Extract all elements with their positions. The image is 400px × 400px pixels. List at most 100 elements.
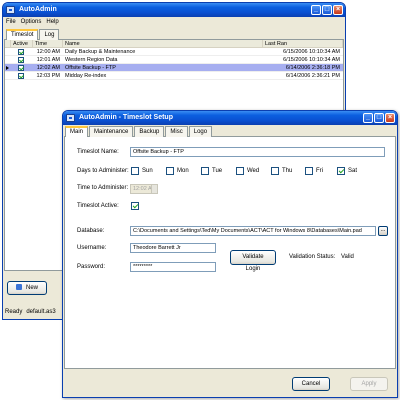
day-sat[interactable]: Sat bbox=[337, 167, 357, 175]
last-ran-cell: 6/15/2006 10:10:34 AM bbox=[283, 57, 340, 63]
day-wed-label: Wed bbox=[247, 168, 260, 174]
timeslot-active[interactable] bbox=[131, 202, 139, 210]
maximize-button[interactable]: □ bbox=[322, 5, 332, 15]
validation-status-value: Valid bbox=[341, 254, 354, 260]
password-label: Password: bbox=[77, 264, 106, 270]
main-window-title: AutoAdmin bbox=[19, 6, 57, 13]
day-sun-checkbox[interactable] bbox=[131, 167, 139, 175]
col-header-time[interactable]: Time bbox=[33, 40, 63, 47]
day-mon-label: Mon bbox=[177, 168, 189, 174]
active-cell bbox=[11, 48, 33, 55]
day-tue[interactable]: Tue bbox=[201, 167, 222, 175]
days-label: Days to Administer: bbox=[77, 168, 129, 174]
database-path-input[interactable]: C:\Documents and Settings\Ted\My Documen… bbox=[130, 226, 376, 236]
active-checkbox[interactable] bbox=[18, 64, 24, 71]
grid-header: Active Time Name Last Ran bbox=[5, 40, 343, 48]
col-header-name[interactable]: Name bbox=[63, 40, 263, 47]
day-tue-checkbox[interactable] bbox=[201, 167, 209, 175]
table-row[interactable]: 12:01 AM Western Region Data 6/15/2006 1… bbox=[5, 56, 343, 64]
validate-login-button[interactable]: Validate Login bbox=[230, 250, 276, 272]
active-cell bbox=[11, 56, 33, 63]
day-sat-label: Sat bbox=[348, 168, 358, 174]
time-spinner[interactable] bbox=[151, 185, 157, 193]
tab-maintenance[interactable]: Maintenance bbox=[89, 126, 134, 137]
day-mon-checkbox[interactable] bbox=[166, 167, 174, 175]
app-icon bbox=[66, 114, 75, 122]
menu-file[interactable]: File bbox=[6, 18, 16, 27]
day-fri[interactable]: Fri bbox=[305, 167, 323, 175]
day-fri-label: Fri bbox=[316, 168, 323, 174]
cancel-button-label: Cancel bbox=[301, 381, 321, 387]
table-row-selected[interactable]: 12:02 AM Offsite Backup - FTP 6/14/2006 … bbox=[5, 64, 343, 72]
tab-backup[interactable]: Backup bbox=[134, 126, 165, 137]
status-bar: Ready default.as3 bbox=[5, 309, 56, 315]
current-row-arrow-icon bbox=[6, 65, 9, 70]
time-label: Time to Administer: bbox=[77, 185, 129, 191]
main-button-row: New bbox=[7, 281, 47, 295]
maximize-button[interactable]: □ bbox=[374, 113, 384, 123]
database-label: Database: bbox=[77, 228, 105, 234]
active-label: Timeslot Active: bbox=[77, 203, 119, 209]
main-tab-strip: Timeslot Log bbox=[4, 29, 344, 41]
active-checkbox[interactable] bbox=[18, 72, 24, 79]
app-icon bbox=[6, 6, 15, 14]
timeslot-name-input[interactable]: Offsite Backup - FTP bbox=[130, 147, 385, 157]
username-label: Username: bbox=[77, 245, 107, 251]
day-thu-label: Thu bbox=[282, 168, 293, 174]
menu-options[interactable]: Options bbox=[21, 18, 42, 27]
cancel-button[interactable]: Cancel bbox=[292, 377, 330, 391]
name-cell: Daily Backup & Maintenance bbox=[65, 49, 136, 55]
active-checkbox[interactable] bbox=[18, 48, 24, 55]
timeslot-name-label: Timeslot Name: bbox=[77, 149, 119, 155]
last-ran-cell: 6/14/2006 2:36:18 PM bbox=[285, 65, 340, 71]
tab-log[interactable]: Log bbox=[39, 29, 60, 40]
status-text: Ready bbox=[5, 309, 23, 315]
password-input[interactable]: ********* bbox=[130, 262, 216, 272]
timeslot-active-checkbox[interactable] bbox=[131, 202, 139, 210]
table-row[interactable]: 12:00 AM Daily Backup & Maintenance 6/15… bbox=[5, 48, 343, 56]
name-cell: Midday Re-index bbox=[65, 73, 107, 79]
new-button-label: New bbox=[25, 285, 38, 291]
day-wed[interactable]: Wed bbox=[236, 167, 259, 175]
time-cell: 12:02 AM bbox=[36, 65, 60, 71]
time-input[interactable]: 12:02 AM bbox=[130, 184, 158, 194]
day-sun[interactable]: Sun bbox=[131, 167, 153, 175]
col-header-active[interactable]: Active bbox=[11, 40, 33, 47]
menu-bar: File Options Help bbox=[4, 18, 344, 27]
menu-help[interactable]: Help bbox=[46, 18, 58, 27]
time-cell: 12:01 AM bbox=[36, 57, 60, 63]
last-ran-cell: 6/15/2006 10:10:34 AM bbox=[283, 49, 340, 55]
active-cell bbox=[11, 64, 33, 71]
username-input[interactable]: Theodore Barrett Jr bbox=[130, 243, 216, 253]
active-cell bbox=[11, 72, 33, 79]
day-fri-checkbox[interactable] bbox=[305, 167, 313, 175]
tab-logo[interactable]: Logo bbox=[188, 126, 213, 137]
main-title-bar[interactable]: AutoAdmin _ □ × bbox=[3, 3, 345, 17]
timeslot-setup-dialog: AutoAdmin - Timeslot Setup _ □ × Main Ma… bbox=[62, 110, 398, 398]
main-tab-pane: Timeslot Name: Offsite Backup - FTP Days… bbox=[64, 137, 396, 369]
table-row[interactable]: 12:03 PM Midday Re-index 6/14/2006 2:36:… bbox=[5, 72, 343, 80]
setup-title-bar[interactable]: AutoAdmin - Timeslot Setup _ □ × bbox=[63, 111, 397, 125]
day-sun-label: Sun bbox=[142, 168, 153, 174]
browse-database-button[interactable]: ... bbox=[378, 226, 388, 236]
apply-button-label: Apply bbox=[361, 381, 377, 387]
minimize-button[interactable]: _ bbox=[311, 5, 321, 15]
close-button[interactable]: × bbox=[385, 113, 395, 123]
day-mon[interactable]: Mon bbox=[166, 167, 189, 175]
close-button[interactable]: × bbox=[333, 5, 343, 15]
minimize-button[interactable]: _ bbox=[363, 113, 373, 123]
day-wed-checkbox[interactable] bbox=[236, 167, 244, 175]
tab-misc[interactable]: Misc bbox=[165, 126, 188, 137]
day-sat-checkbox[interactable] bbox=[337, 167, 345, 175]
apply-button[interactable]: Apply bbox=[350, 377, 388, 391]
day-tue-label: Tue bbox=[212, 168, 223, 174]
new-button[interactable]: New bbox=[7, 281, 47, 295]
validate-login-label: Validate Login bbox=[242, 254, 264, 272]
day-thu-checkbox[interactable] bbox=[271, 167, 279, 175]
name-cell: Western Region Data bbox=[65, 57, 118, 63]
time-cell: 12:00 AM bbox=[36, 49, 60, 55]
col-header-last-ran[interactable]: Last Ran bbox=[263, 40, 343, 47]
setup-dialog-title: AutoAdmin - Timeslot Setup bbox=[79, 114, 173, 121]
day-thu[interactable]: Thu bbox=[271, 167, 292, 175]
active-checkbox[interactable] bbox=[18, 56, 24, 63]
